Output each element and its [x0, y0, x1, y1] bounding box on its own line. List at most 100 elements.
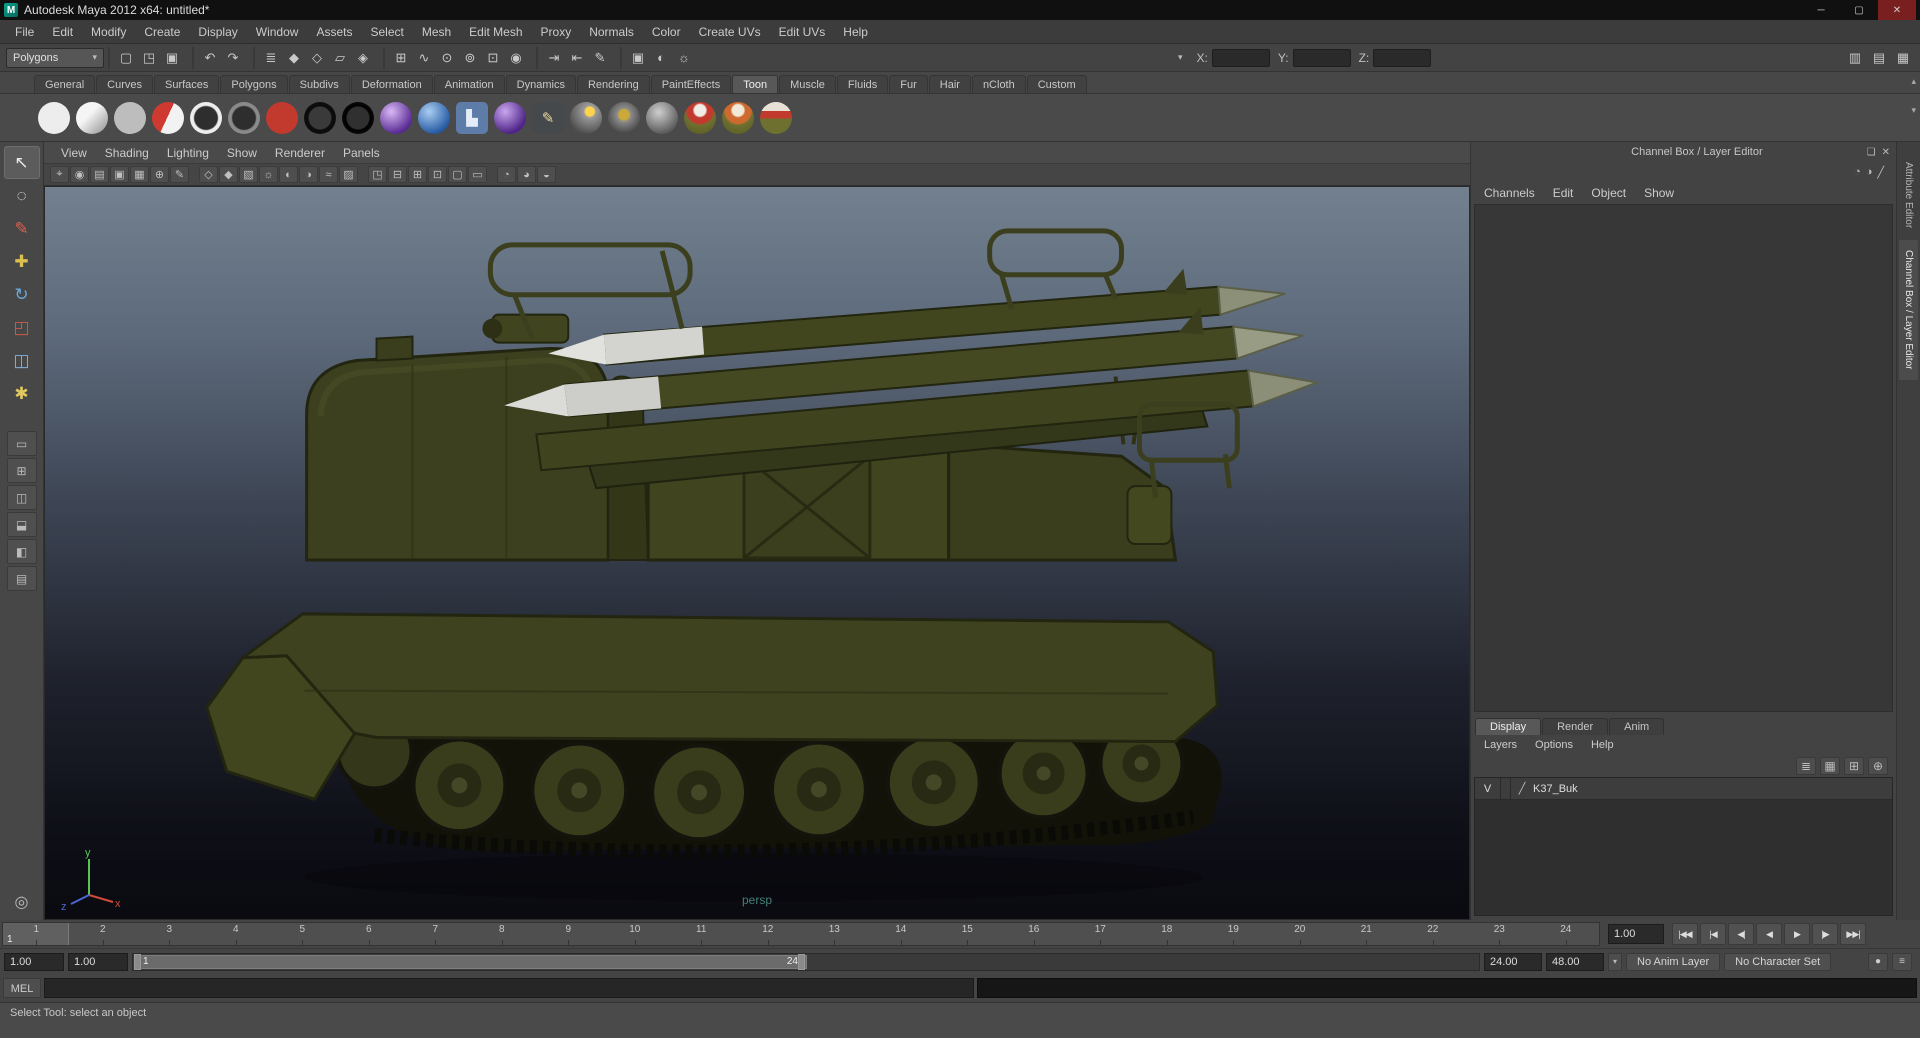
timeline-frame-tick[interactable]: 22 — [1400, 923, 1467, 945]
current-time-field[interactable]: 1.00 — [1608, 924, 1664, 944]
toon-profile-chart-icon[interactable]: ▙ — [456, 101, 488, 134]
layout-persp-graph-button[interactable]: ▤ — [6, 566, 37, 591]
layer-editor-menu-item[interactable]: Layers — [1475, 739, 1526, 751]
layer-editor-menu-item[interactable]: Help — [1582, 739, 1623, 751]
show-layer-editor-icon[interactable]: ▤ — [1868, 47, 1890, 69]
menubar-item[interactable]: Assets — [307, 20, 361, 44]
soft-modification-tool[interactable]: ✱ — [4, 377, 40, 410]
step-forward-frame-button[interactable]: |▶ — [1812, 923, 1838, 945]
toon-ball-yellow-ring-icon[interactable] — [608, 101, 640, 134]
use-all-lights-icon[interactable]: ☼ — [259, 166, 278, 183]
safe-action-icon[interactable]: ▢ — [448, 166, 467, 183]
layout-two-pane-stacked-button[interactable]: ⬓ — [6, 512, 37, 537]
viewport-menu-item[interactable]: Shading — [96, 146, 158, 160]
timeline-frame-tick[interactable]: 19 — [1200, 923, 1267, 945]
toon-example-stripe-ball-icon[interactable] — [760, 101, 792, 134]
menubar-item[interactable]: Modify — [82, 20, 135, 44]
shelf-tab[interactable]: Fur — [889, 75, 928, 93]
toon-paintfx-blue-icon[interactable] — [418, 101, 450, 134]
timeline-frame-tick[interactable]: 13 — [801, 923, 868, 945]
timeline-frame-tick[interactable]: 24 — [1533, 923, 1600, 945]
open-scene-icon[interactable]: ◳ — [138, 47, 160, 69]
layer-type-icon[interactable]: ╱ — [1511, 782, 1533, 795]
highlight-selection-icon[interactable]: ◈ — [352, 47, 374, 69]
layout-four-pane-button[interactable]: ⊞ — [6, 458, 37, 483]
timeline-frame-tick[interactable]: 7 — [402, 923, 469, 945]
show-channel-layer-icon[interactable]: ▦ — [1892, 47, 1914, 69]
render-current-frame-icon[interactable]: ▣ — [627, 47, 649, 69]
shelf-tab[interactable]: Polygons — [220, 75, 288, 93]
snap-grid-icon[interactable]: ⊞ — [390, 47, 412, 69]
layout-single-pane-button[interactable]: ▭ — [6, 431, 37, 456]
shelf-tab[interactable]: Dynamics — [505, 75, 576, 93]
shelf-tab[interactable]: Subdivs — [288, 75, 350, 93]
wireframe-icon[interactable]: ◇ — [199, 166, 218, 183]
menubar-item[interactable]: Help — [834, 20, 877, 44]
show-channel-box-icon[interactable]: ▥ — [1844, 47, 1866, 69]
toon-paintfx-violet-icon[interactable] — [494, 101, 526, 134]
timeline-frame-tick[interactable]: 15 — [934, 923, 1001, 945]
snap-curve-icon[interactable]: ∿ — [413, 47, 435, 69]
character-set-button[interactable]: No Character Set — [1724, 952, 1832, 971]
construction-history-icon[interactable]: ✎ — [589, 47, 611, 69]
timeline-frame-tick[interactable]: 2 — [70, 923, 137, 945]
timeline-frame-tick[interactable]: 23 — [1466, 923, 1533, 945]
menubar-item[interactable]: Mesh — [413, 20, 460, 44]
lasso-select-tool[interactable]: ◌ — [4, 179, 40, 212]
go-to-start-button[interactable]: |◀◀ — [1672, 923, 1698, 945]
menubar-item[interactable]: Select — [361, 20, 412, 44]
channel-box-menu-item[interactable]: Channels — [1475, 186, 1544, 200]
shaded-icon[interactable]: ◆ — [219, 166, 238, 183]
dock-panel-icon[interactable]: ❏ — [1867, 147, 1876, 158]
make-live-icon[interactable]: ◉ — [505, 47, 527, 69]
layer-playback-column[interactable] — [1501, 778, 1511, 799]
snap-projected-center-icon[interactable]: ⊚ — [459, 47, 481, 69]
shelf-tab[interactable]: Rendering — [576, 75, 650, 93]
isolate-select-icon[interactable]: ◳ — [368, 166, 387, 183]
menubar-item[interactable]: Normals — [580, 20, 643, 44]
timeline-frame-tick[interactable]: 5 — [269, 923, 336, 945]
redo-icon[interactable]: ↷ — [222, 47, 244, 69]
command-result-field[interactable] — [977, 978, 1917, 998]
layer-editor-menu-item[interactable]: Options — [1526, 739, 1582, 751]
viewport-menu-item[interactable]: View — [52, 146, 96, 160]
channel-list-area[interactable] — [1474, 204, 1893, 712]
play-backward-button[interactable]: ◀ — [1756, 923, 1782, 945]
play-forward-button[interactable]: ▶ — [1784, 923, 1810, 945]
layer-editor-tab[interactable]: Display — [1475, 718, 1542, 735]
menubar-item[interactable]: File — [6, 20, 43, 44]
2d-pan-zoom-icon[interactable]: ⊕ — [150, 166, 169, 183]
toon-fill-two-tone-icon[interactable] — [152, 101, 184, 134]
shelf-tab[interactable]: Hair — [928, 75, 971, 93]
layer-editor-tab[interactable]: Anim — [1609, 718, 1665, 735]
menubar-item[interactable]: Edit — [43, 20, 82, 44]
viewport-menu-item[interactable]: Show — [218, 146, 266, 160]
move-tool[interactable]: ✚ — [4, 245, 40, 278]
playback-start-field[interactable]: 1.00 — [68, 952, 128, 971]
viewport-menu-item[interactable]: Lighting — [158, 146, 218, 160]
3d-viewport[interactable]: y x z persp — [44, 186, 1470, 920]
snap-point-icon[interactable]: ⊙ — [436, 47, 458, 69]
shelf-hide-icon[interactable]: ▴ — [1911, 76, 1916, 87]
grease-pencil-icon[interactable]: ✎ — [170, 166, 189, 183]
output-operations-icon[interactable]: ⇤ — [566, 47, 588, 69]
undo-icon[interactable]: ↶ — [199, 47, 221, 69]
mel-toggle-button[interactable]: MEL — [3, 978, 41, 998]
select-asset-icon[interactable]: ▱ — [329, 47, 351, 69]
menubar-item[interactable]: Create — [135, 20, 189, 44]
timeline-frame-tick[interactable]: 3 — [136, 923, 203, 945]
timeline-frame-tick[interactable]: 4 — [203, 923, 270, 945]
side-panel-tab[interactable]: Attribute Editor — [1899, 152, 1918, 238]
channel-box-menu-item[interactable]: Edit — [1544, 186, 1583, 200]
snap-view-plane-icon[interactable]: ⊡ — [482, 47, 504, 69]
go-to-end-button[interactable]: ▶▶| — [1840, 923, 1866, 945]
coord-input[interactable] — [1292, 48, 1351, 67]
timeline-frame-tick[interactable]: 9 — [535, 923, 602, 945]
slow-manipulation-icon[interactable]: ◔ — [1854, 166, 1861, 178]
select-hierarchy-icon[interactable]: ≣ — [260, 47, 282, 69]
select-camera-icon[interactable]: ⌖ — [50, 166, 69, 183]
shadows-icon[interactable]: ◐ — [279, 166, 298, 183]
motion-blur-icon[interactable]: ≈ — [319, 166, 338, 183]
menubar-item[interactable]: Proxy — [532, 20, 581, 44]
range-end-handle[interactable] — [798, 953, 805, 970]
